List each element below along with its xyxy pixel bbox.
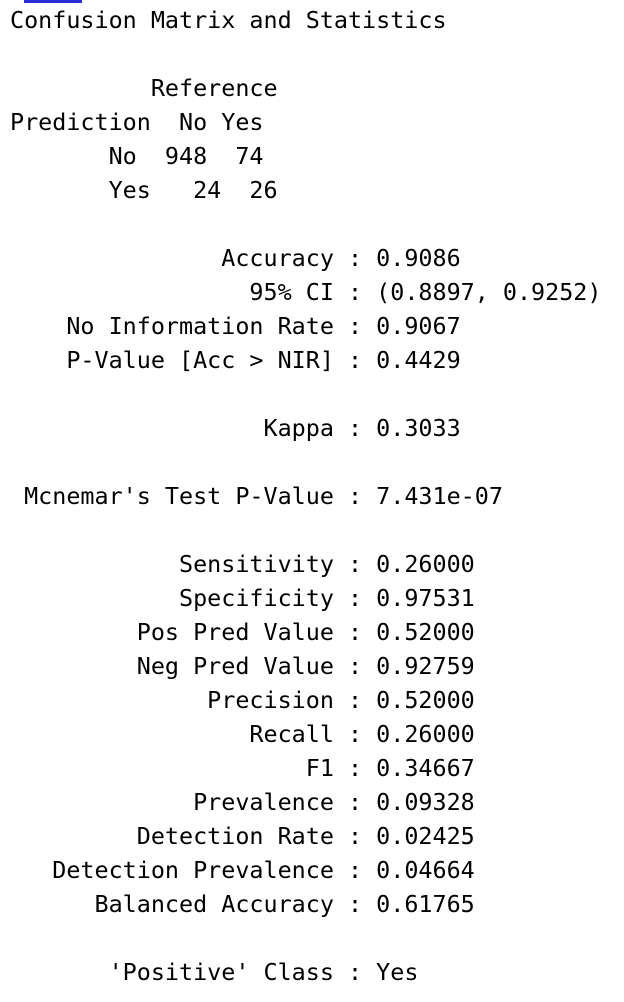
kappa-label: Kappa	[263, 414, 334, 442]
stat-line: P-Value [Acc > NIR] : 0.4429	[66, 346, 461, 374]
stat-value: 0.09328	[376, 788, 475, 816]
stat-line: Detection Prevalence : 0.04664	[52, 856, 475, 884]
matrix-row: Yes 24 26	[10, 173, 601, 207]
stat-label: Pos Pred Value	[136, 618, 334, 646]
stat-line: No Information Rate : 0.9067	[66, 312, 461, 340]
stat-line: Kappa : 0.3033	[263, 414, 461, 442]
mcnemar-label: Mcnemar's Test P-Value	[24, 482, 334, 510]
matrix-cell: 74	[235, 142, 264, 170]
stat-label: Detection Prevalence	[52, 856, 334, 884]
stat-line: Accuracy : 0.9086	[221, 244, 461, 272]
col-header-no: No	[179, 108, 208, 136]
stat-label: Prevalence	[193, 788, 334, 816]
stat-line: F1 : 0.34667	[305, 754, 475, 782]
stat-value: 0.26000	[376, 720, 475, 748]
mcnemar-value: 7.431e-07	[376, 482, 503, 510]
stat-line: Specificity : 0.97531	[179, 584, 475, 612]
stat-label: No Information Rate	[66, 312, 334, 340]
stat-line: 'Positive' Class : Yes	[108, 958, 419, 986]
stat-value: 0.92759	[376, 652, 475, 680]
row-label: Yes	[108, 176, 151, 204]
col-header-yes: Yes	[221, 108, 264, 136]
stat-value: 0.97531	[376, 584, 475, 612]
stat-label: Precision	[207, 686, 334, 714]
stat-label: Specificity	[179, 584, 334, 612]
stat-value: 0.34667	[376, 754, 475, 782]
prediction-label: Prediction	[10, 108, 151, 136]
stat-value: 0.4429	[376, 346, 461, 374]
stat-line: Pos Pred Value : 0.52000	[136, 618, 475, 646]
stat-line: 95% CI : (0.8897, 0.9252)	[249, 278, 602, 306]
stat-label: P-Value [Acc > NIR]	[66, 346, 334, 374]
stat-line: Neg Pred Value : 0.92759	[136, 652, 475, 680]
stat-line: Precision : 0.52000	[207, 686, 475, 714]
stat-line: Detection Rate : 0.02425	[136, 822, 475, 850]
stat-label: Detection Rate	[136, 822, 334, 850]
stat-label: Sensitivity	[179, 550, 334, 578]
stat-line: Sensitivity : 0.26000	[179, 550, 475, 578]
stat-value: 0.52000	[376, 618, 475, 646]
matrix-cell: 948	[164, 142, 208, 170]
stat-label: 95% CI	[249, 278, 334, 306]
stat-label: Neg Pred Value	[136, 652, 334, 680]
kappa-value: 0.3033	[376, 414, 461, 442]
stat-label: Recall	[249, 720, 334, 748]
stat-value: 0.52000	[376, 686, 475, 714]
stat-value: (0.8897, 0.9252)	[376, 278, 602, 306]
matrix-row: No 948 74	[10, 139, 601, 173]
stat-value: 0.9067	[376, 312, 461, 340]
stat-line: Prevalence : 0.09328	[193, 788, 475, 816]
stat-label: Balanced Accuracy	[94, 890, 334, 918]
stat-value: 0.02425	[376, 822, 475, 850]
stat-line: Recall : 0.26000	[249, 720, 475, 748]
output-title: Confusion Matrix and Statistics	[10, 6, 447, 34]
stat-value: 0.04664	[376, 856, 475, 884]
stat-label: F1	[305, 754, 334, 782]
row-label: No	[108, 142, 137, 170]
positive-class-label: 'Positive' Class	[108, 958, 334, 986]
matrix-cell: 24	[193, 176, 222, 204]
stat-label: Accuracy	[221, 244, 334, 272]
reference-header: Reference	[150, 74, 278, 102]
stat-value: 0.61765	[376, 890, 475, 918]
console-output: Confusion Matrix and Statistics Referenc…	[10, 3, 601, 989]
positive-class-value: Yes	[376, 958, 419, 986]
stat-value: 0.9086	[376, 244, 461, 272]
stat-line: Mcnemar's Test P-Value : 7.431e-07	[24, 482, 503, 510]
matrix-cell: 26	[249, 176, 278, 204]
stat-line: Balanced Accuracy : 0.61765	[94, 890, 475, 918]
stat-value: 0.26000	[376, 550, 475, 578]
